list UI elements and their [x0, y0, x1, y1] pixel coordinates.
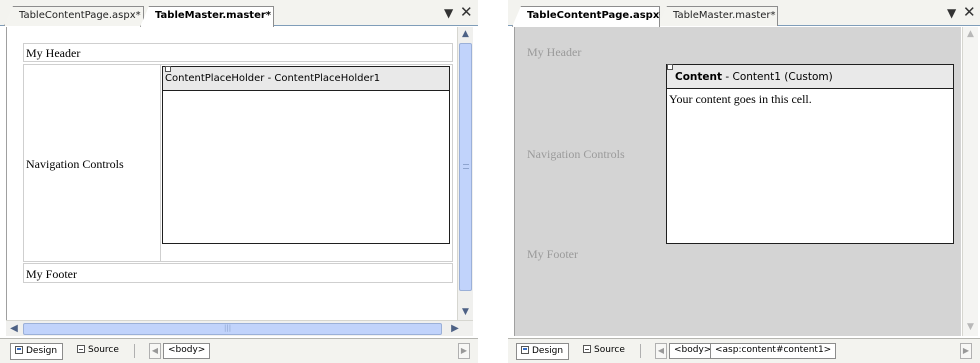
scroll-grip: |||	[224, 324, 232, 332]
source-view-icon	[583, 345, 591, 353]
header-text: My Header	[527, 45, 582, 59]
design-surface[interactable]: My Header Navigation Controls ContentPla…	[6, 27, 456, 320]
content-page-editor: TableContentPage.aspx* TableMaster.maste…	[508, 0, 980, 363]
view-switcher-bar: Design Source ◀ <body> <asp:content#cont…	[508, 338, 980, 363]
design-view-icon	[15, 346, 23, 354]
header-text: My Header	[26, 46, 81, 60]
source-view-button[interactable]: Source	[579, 343, 630, 360]
tag-nav-prev-icon[interactable]: ◀	[149, 343, 161, 359]
vertical-scrollbar[interactable]: ▲ ▼	[457, 27, 473, 320]
vertical-scrollbar[interactable]: ▲ ▼	[962, 27, 978, 336]
content-region-title: Content - Content1 (Custom)	[675, 71, 833, 83]
tab-table-master[interactable]: TableMaster.master*	[658, 6, 778, 26]
source-view-button[interactable]: Source	[73, 343, 124, 360]
close-icon[interactable]: ✕	[963, 3, 976, 21]
content-title-bold: Content	[675, 71, 723, 83]
design-view-button[interactable]: Design	[516, 343, 570, 360]
tab-table-content-page[interactable]: TableContentPage.aspx*	[4, 6, 144, 26]
header-cell[interactable]: My Header	[23, 43, 453, 62]
smart-tag-icon[interactable]	[165, 66, 171, 72]
navigation-text: Navigation Controls	[527, 147, 625, 161]
document-tab-bar: TableContentPage.aspx* TableMaster.maste…	[0, 0, 478, 27]
separator	[134, 344, 135, 358]
tag-breadcrumb-body[interactable]: <body>	[163, 343, 211, 359]
smart-tag-icon[interactable]	[667, 64, 673, 70]
scroll-up-arrow-icon[interactable]: ▲	[458, 27, 473, 42]
navigation-text: Navigation Controls	[26, 157, 124, 171]
navigation-cell[interactable]: Navigation Controls	[23, 64, 161, 262]
footer-text: My Footer	[527, 247, 578, 261]
design-view-button[interactable]: Design	[10, 343, 64, 360]
close-icon[interactable]: ✕	[460, 3, 473, 21]
document-tab-bar: TableContentPage.aspx* TableMaster.maste…	[508, 0, 980, 27]
content-title-rest: - Content1 (Custom)	[722, 71, 833, 83]
content-region[interactable]: Content - Content1 (Custom) Your content…	[666, 64, 954, 244]
horizontal-scrollbar[interactable]: ◀ ||| ▶	[6, 320, 473, 336]
footer-cell[interactable]: My Footer	[23, 263, 453, 283]
horizontal-scroll-thumb[interactable]: |||	[23, 323, 442, 335]
tag-nav-prev-icon[interactable]: ◀	[655, 343, 667, 359]
source-view-icon	[77, 345, 85, 353]
scroll-up-arrow-icon[interactable]: ▲	[963, 27, 978, 42]
scroll-right-arrow-icon[interactable]: ▶	[447, 321, 463, 336]
scroll-down-arrow-icon[interactable]: ▼	[458, 305, 473, 320]
view-switcher-bar: Design Source ◀ <body> ▶	[0, 338, 478, 363]
master-page-editor: TableContentPage.aspx* TableMaster.maste…	[0, 0, 478, 363]
tab-table-content-page[interactable]: TableContentPage.aspx*	[512, 6, 660, 27]
footer-text: My Footer	[26, 267, 77, 281]
content-placeholder-header: ContentPlaceHolder - ContentPlaceHolder1	[163, 66, 449, 91]
tag-nav-next-icon[interactable]: ▶	[458, 343, 470, 359]
design-surface[interactable]: My Header Navigation Controls My Footer …	[514, 27, 961, 336]
window-position-icon[interactable]: ▼	[444, 6, 453, 20]
tag-breadcrumb-content[interactable]: <asp:content#content1>	[710, 343, 837, 359]
content-placeholder[interactable]: ContentPlaceHolder - ContentPlaceHolder1	[162, 66, 450, 244]
window-position-icon[interactable]: ▼	[947, 6, 956, 20]
separator	[640, 344, 641, 358]
tag-nav-next-icon[interactable]: ▶	[960, 343, 972, 359]
scroll-down-arrow-icon[interactable]: ▼	[963, 320, 978, 335]
design-view-icon	[521, 346, 529, 354]
content-placeholder-title: ContentPlaceHolder - ContentPlaceHolder1	[165, 73, 381, 84]
scroll-left-arrow-icon[interactable]: ◀	[6, 321, 22, 336]
content-body-text[interactable]: Your content goes in this cell.	[669, 92, 812, 107]
content-cell[interactable]: ContentPlaceHolder - ContentPlaceHolder1	[160, 64, 453, 262]
vertical-scroll-thumb[interactable]	[459, 43, 472, 291]
content-region-header: Content - Content1 (Custom)	[667, 64, 953, 89]
tab-table-master[interactable]: TableMaster.master*	[140, 6, 274, 27]
